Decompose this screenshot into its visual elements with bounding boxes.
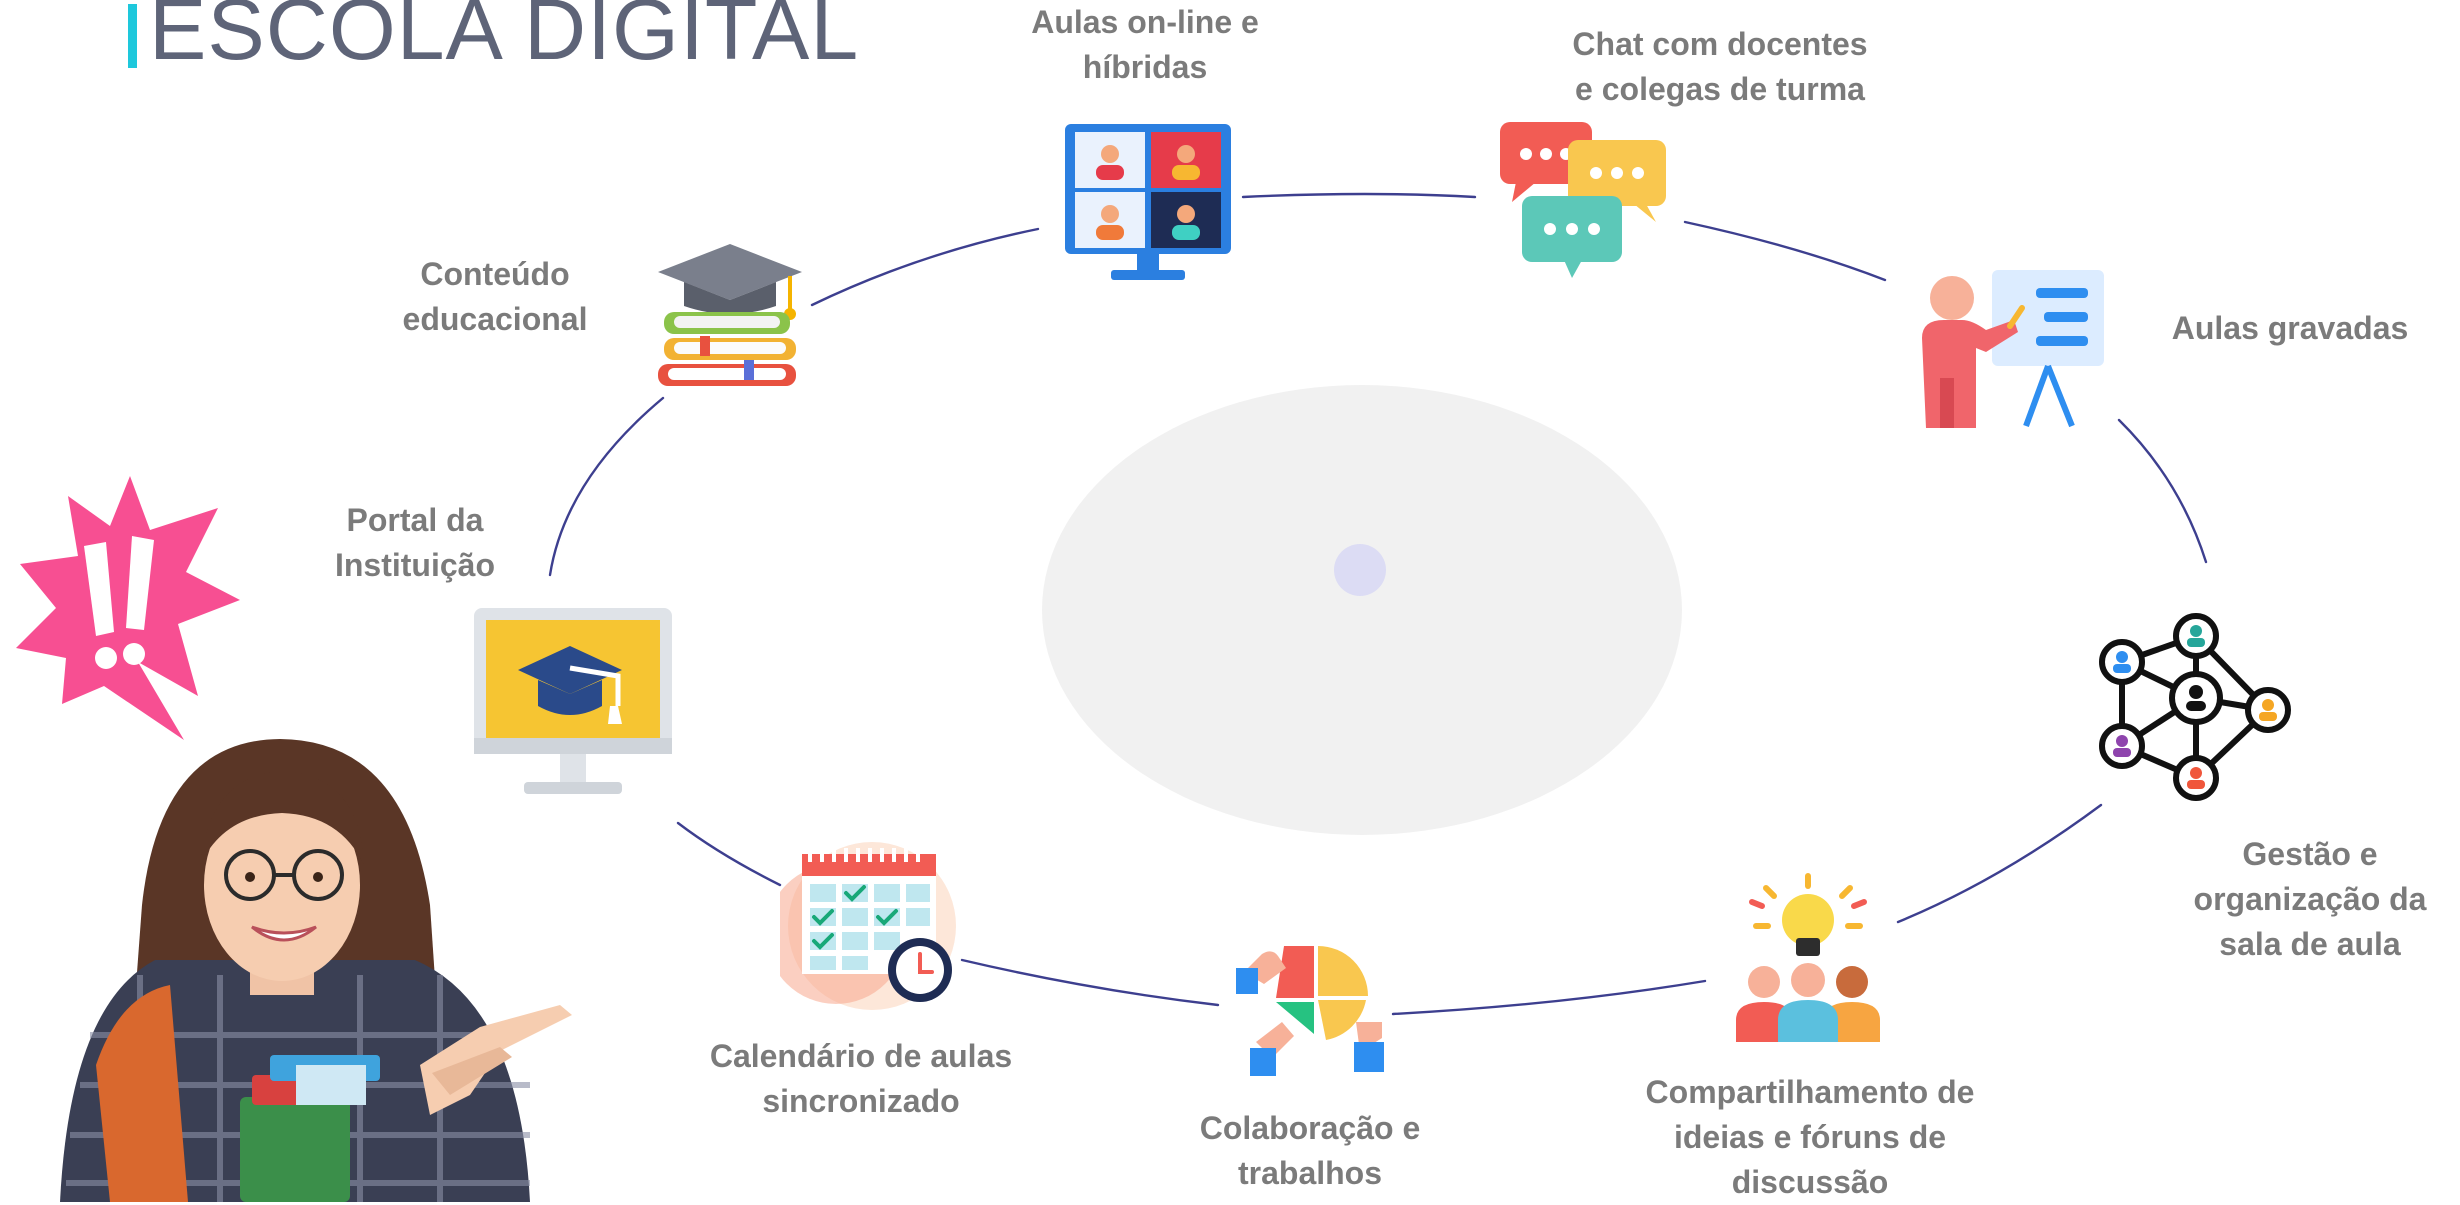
books-graduation-cap-icon [658, 244, 802, 386]
node-label-compartilhamento: Compartilhamento de ideias e fóruns de d… [1645, 1074, 1975, 1200]
student-photo [60, 739, 572, 1202]
people-network-icon [2099, 613, 2291, 801]
ring-segment-top-left [810, 227, 1040, 307]
ring-segment-right [2117, 418, 2208, 564]
ring-segment-top-right [1683, 220, 1887, 282]
node-label-portal: Portal da Instituição [334, 502, 495, 583]
ring-segment-left [548, 396, 665, 577]
video-conference-monitor-icon [1065, 124, 1231, 280]
ring-segment-left-lower [676, 821, 782, 887]
ring-segment-bottom-right [1896, 803, 2103, 924]
node-label-aulas-gravadas: Aulas gravadas [2171, 310, 2409, 346]
lightbulb-team-icon [1736, 873, 1880, 1042]
node-label-aulas-online: Aulas on-line e híbridas [1031, 4, 1259, 85]
node-label-colaboracao: Colaboração e trabalhos [1199, 1110, 1421, 1191]
calendar-clock-icon [780, 842, 956, 1010]
node-label-calendario: Calendário de aulas sincronizado [709, 1038, 1013, 1119]
ring-segment-bottom-left [960, 958, 1220, 1007]
teacher-whiteboard-icon [1922, 270, 2104, 428]
center-disc [1042, 385, 1682, 835]
ring-segment-top [1241, 192, 1477, 199]
center-dot [1334, 544, 1386, 596]
node-label-chat: Chat com docentes e colegas de turma [1572, 26, 1868, 107]
node-label-gestao: Gestão e organização da sala de aula [2193, 836, 2427, 962]
ring-segment-bottom [1391, 979, 1707, 1016]
node-label-conteudo: Conteúdo educacional [402, 256, 588, 337]
puzzle-hands-icon [1236, 946, 1384, 1076]
chat-bubbles-icon [1500, 122, 1666, 278]
escola-digital-diagram: ESCOLA DIGITAL Aulas on-line e híbridas [0, 0, 2460, 1202]
exclamation-burst-icon [16, 476, 240, 740]
